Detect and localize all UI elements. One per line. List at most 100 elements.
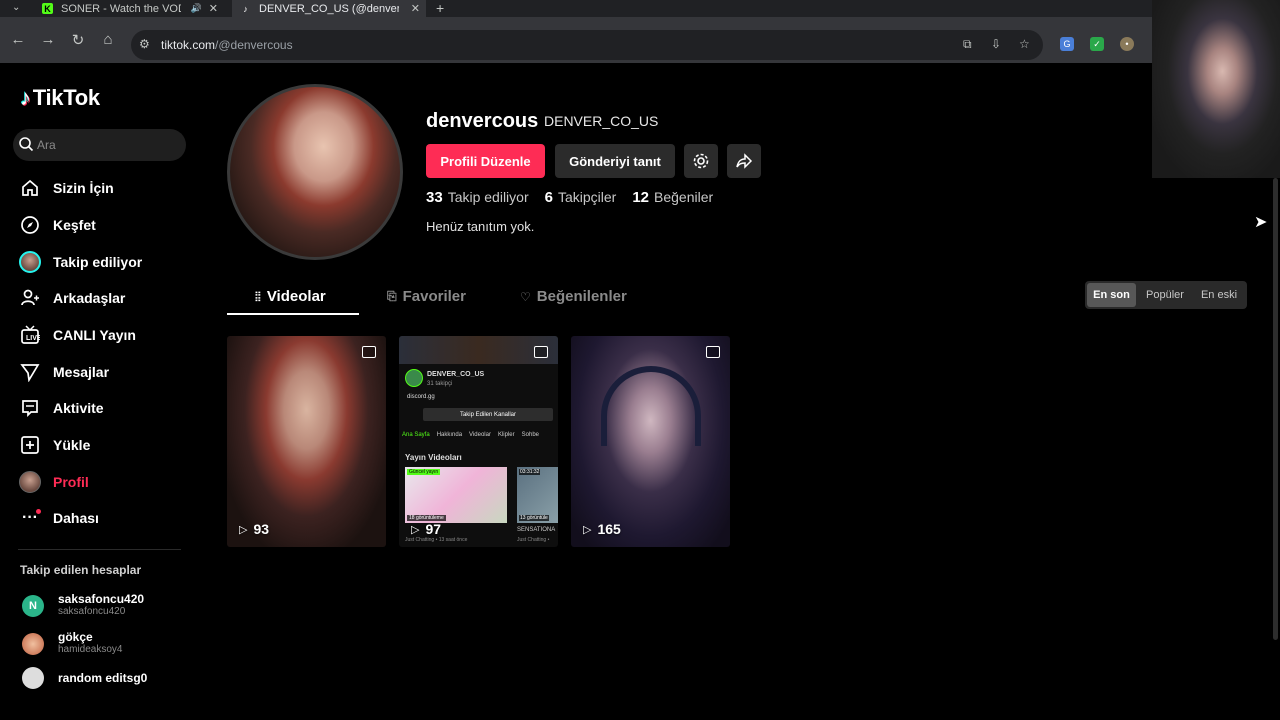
screen-nav: Ana Sayfa Hakkında Videolar Klipler Sohb… xyxy=(402,432,539,438)
url-host: tiktok.com xyxy=(161,38,216,52)
site-settings-icon[interactable]: ⚙ xyxy=(139,37,150,51)
tiktok-logo[interactable]: ♪ TikTok xyxy=(20,85,100,111)
following-count[interactable]: 33 Takip ediliyor xyxy=(426,189,529,206)
close-tab-icon[interactable]: ✕ xyxy=(209,2,218,15)
tiktok-favicon-icon: ♪ xyxy=(243,3,248,14)
sidebar-item-activity[interactable]: Aktivite xyxy=(19,395,104,421)
view-count: ▷ 165 xyxy=(583,521,621,537)
profile-stats: 33 Takip ediliyor 6 Takipçiler 12 Beğeniler xyxy=(426,189,729,206)
browser-tab-soner[interactable]: K SONER - Watch the VOD on 🔊 ✕ xyxy=(34,0,224,17)
browser-tab-tiktok[interactable]: ♪ DENVER_CO_US (@denvercous) ✕ xyxy=(232,0,426,17)
edit-profile-button[interactable]: Profili Düzenle xyxy=(426,144,545,178)
scrollbar[interactable] xyxy=(1273,178,1278,640)
account-name: random editsg0 xyxy=(58,670,148,685)
sidebar-item-label: Yükle xyxy=(53,437,91,453)
video-card[interactable]: ▷ 165 xyxy=(571,336,730,547)
view-count: ▷ 97 xyxy=(411,521,441,537)
more-icon: ··· xyxy=(19,507,41,529)
close-tab-icon[interactable]: ✕ xyxy=(411,2,420,15)
back-icon[interactable]: ← xyxy=(8,31,28,48)
tiktok-note-icon: ♪ xyxy=(20,85,31,110)
promote-post-button[interactable]: Gönderiyi tanıt xyxy=(555,144,675,178)
profile-extension-icon[interactable]: • xyxy=(1120,37,1134,51)
sort-popular-button[interactable]: Popüler xyxy=(1139,283,1191,307)
tab-favorites[interactable]: ⎘ Favoriler xyxy=(387,288,466,305)
translate-icon[interactable]: ⧉ xyxy=(963,37,972,52)
avatar: N xyxy=(22,594,44,617)
kick-favicon-icon: K xyxy=(42,3,53,14)
account-text: saksafoncu420 saksafoncu420 xyxy=(58,593,144,618)
sidebar-item-label: Aktivite xyxy=(53,400,104,416)
sidebar-item-upload[interactable]: Yükle xyxy=(19,432,90,458)
gear-icon xyxy=(693,153,709,169)
screen-thumb-title: SENSATIONA xyxy=(517,527,556,533)
sidebar-item-label: CANLI Yayın xyxy=(53,327,136,343)
screen-nav-item: Hakkında xyxy=(436,432,463,438)
translate-extension-icon[interactable]: G xyxy=(1060,37,1074,51)
webcam-overlay xyxy=(1152,0,1280,178)
profile-nickname: DENVER_CO_US xyxy=(544,113,659,129)
browser-toolbar: ← → ↻ ⌂ ⚙ tiktok.com/@denvercous ⧉ ⇩ ☆ G… xyxy=(0,17,1280,63)
heart-lock-icon: ♡ xyxy=(520,289,531,304)
sidebar-item-foryou[interactable]: Sizin İçin xyxy=(19,175,114,201)
tab-title: SONER - Watch the VOD on xyxy=(61,2,181,15)
account-handle: hamideaksoy4 xyxy=(58,644,123,655)
forward-icon[interactable]: → xyxy=(38,31,58,48)
screen-link: discord.gg xyxy=(407,394,435,400)
play-icon: ▷ xyxy=(583,523,592,536)
view-count-number: 97 xyxy=(425,521,442,537)
screen-thumb: Güncel yayın 18 görüntüleme xyxy=(405,467,507,523)
video-card[interactable]: DENVER_CO_US 31 takipçi discord.gg Takip… xyxy=(399,336,558,547)
settings-button[interactable] xyxy=(684,144,718,178)
bookmark-icon: ⎘ xyxy=(387,289,397,303)
view-count-number: 165 xyxy=(597,521,621,537)
sort-latest-button[interactable]: En son xyxy=(1087,283,1136,307)
browser-tab-bar: ⌄ K SONER - Watch the VOD on 🔊 ✕ ♪ DENVE… xyxy=(0,0,1280,17)
photo-post-icon xyxy=(362,346,376,358)
screen-thumb-views: 13 görüntüle xyxy=(519,515,549,521)
sidebar-item-label: Takip ediliyor xyxy=(53,254,143,270)
following-account[interactable]: random editsg0 xyxy=(22,667,147,689)
new-tab-icon[interactable]: + xyxy=(436,0,444,16)
sidebar-item-label: Mesajlar xyxy=(53,364,110,380)
following-account[interactable]: gökçe hamideaksoy4 xyxy=(22,631,122,656)
followers-count[interactable]: 6 Takipçiler xyxy=(545,189,617,206)
search-placeholder: Ara xyxy=(37,138,56,152)
tab-title: DENVER_CO_US (@denvercous) xyxy=(259,2,399,15)
following-accounts-title: Takip edilen hesaplar xyxy=(20,563,142,577)
sidebar-item-profile[interactable]: Profil xyxy=(19,469,89,495)
messages-icon xyxy=(19,361,41,383)
profile-avatar[interactable] xyxy=(227,84,403,260)
screen-nav-item: Ana Sayfa xyxy=(402,432,430,438)
video-card[interactable]: ▷ 93 xyxy=(227,336,386,547)
headphones-shape xyxy=(601,366,701,446)
screen-channel-name: DENVER_CO_US xyxy=(427,371,485,378)
sidebar-item-more[interactable]: ··· Dahası xyxy=(19,505,99,531)
sidebar-item-messages[interactable]: Mesajlar xyxy=(19,359,109,385)
sidebar-item-following[interactable]: Takip ediliyor xyxy=(19,249,142,275)
activity-icon xyxy=(19,397,41,419)
shield-extension-icon[interactable]: ✓ xyxy=(1090,37,1104,51)
home-icon[interactable]: ⌂ xyxy=(98,31,118,48)
share-button[interactable] xyxy=(727,144,761,178)
address-bar[interactable]: ⚙ tiktok.com/@denvercous ⧉ ⇩ ☆ xyxy=(131,30,1043,60)
tab-label: Videolar xyxy=(266,288,326,305)
sidebar-item-explore[interactable]: Keşfet xyxy=(19,212,96,238)
speaker-icon: 🔊 xyxy=(190,3,202,13)
sidebar-item-label: Sizin İçin xyxy=(53,180,114,196)
search-input[interactable]: Ara xyxy=(13,129,186,161)
sidebar-item-live[interactable]: LIVE CANLI Yayın xyxy=(19,322,136,348)
bookmark-star-icon[interactable]: ☆ xyxy=(1019,37,1030,51)
tab-videos[interactable]: ⦙⦙ Videolar xyxy=(255,288,326,305)
install-app-icon[interactable]: ⇩ xyxy=(991,37,1001,51)
profile-avatar-small xyxy=(19,471,41,493)
reload-icon[interactable]: ↻ xyxy=(68,31,88,49)
account-name: gökçe xyxy=(58,630,93,644)
tab-liked[interactable]: ♡ Beğenilenler xyxy=(520,288,627,305)
sidebar-item-friends[interactable]: Arkadaşlar xyxy=(19,285,125,311)
tab-search-icon[interactable]: ⌄ xyxy=(12,2,20,13)
view-count: ▷ 93 xyxy=(239,521,269,537)
following-account[interactable]: N saksafoncu420 saksafoncu420 xyxy=(22,593,144,618)
sort-oldest-button[interactable]: En eski xyxy=(1193,283,1245,307)
profile-bio: Henüz tanıtım yok. xyxy=(426,219,535,234)
